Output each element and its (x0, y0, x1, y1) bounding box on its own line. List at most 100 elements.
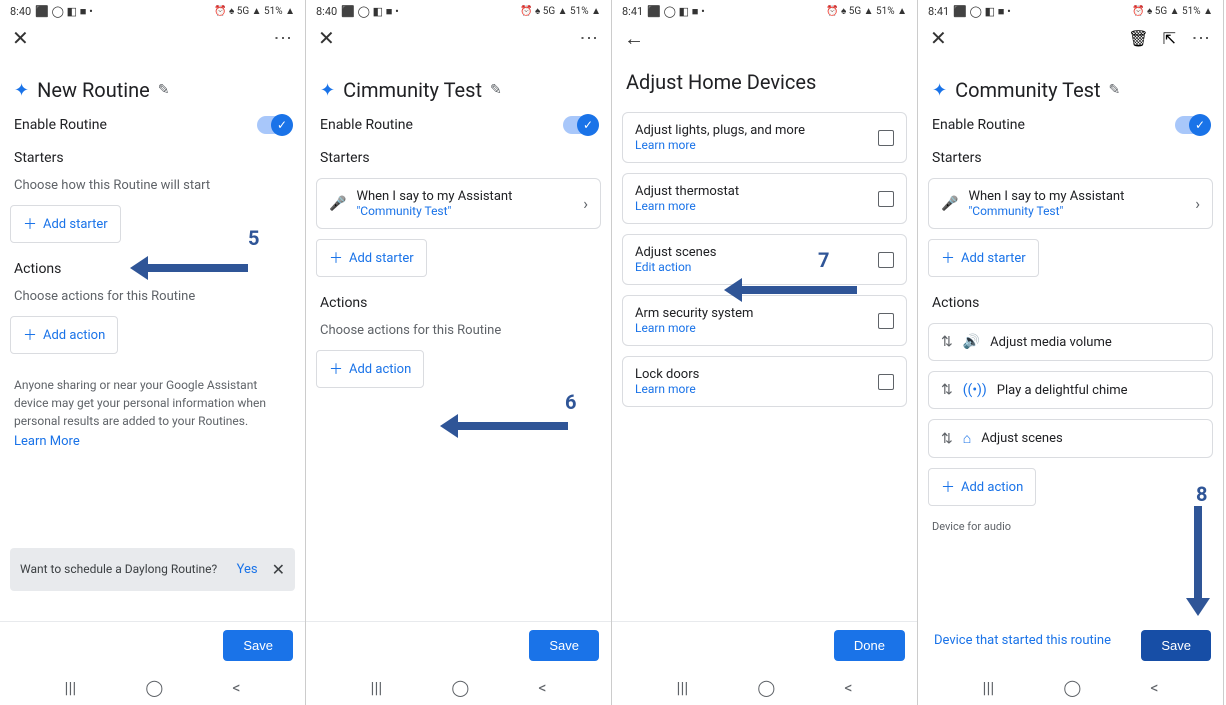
actions-heading: Actions (932, 295, 1209, 311)
starter-hint: Choose how this Routine will start (14, 178, 291, 193)
device-link[interactable]: Device that started this routine (934, 633, 1111, 648)
wand-icon: ✦ (14, 80, 29, 101)
enable-toggle[interactable] (257, 116, 291, 134)
plus-icon: ＋ (329, 359, 343, 379)
annotation-number-8: 8 (1196, 482, 1207, 506)
action-item[interactable]: ⇅ ⌂ Adjust scenes (928, 419, 1213, 458)
drag-handle-icon[interactable]: ⇅ (941, 334, 953, 350)
edit-icon[interactable]: ✎ (158, 82, 170, 98)
device-option[interactable]: Lock doors Learn more (622, 356, 907, 407)
nav-back-icon[interactable]: < (844, 678, 852, 697)
add-starter-button[interactable]: ＋ Add starter (10, 205, 121, 243)
option-checkbox[interactable] (878, 191, 894, 207)
snackbar-close-icon[interactable]: ✕ (272, 560, 285, 579)
page-title: New Routine (37, 78, 150, 102)
overflow-icon[interactable]: ⋮ (1190, 29, 1211, 48)
add-action-button[interactable]: ＋ Add action (928, 468, 1036, 506)
device-option[interactable]: Adjust lights, plugs, and more Learn mor… (622, 112, 907, 163)
starter-card-title: When I say to my Assistant (356, 189, 573, 204)
add-starter-label: Add starter (349, 251, 414, 266)
option-label: Adjust thermostat (635, 184, 868, 199)
action-item[interactable]: ⇅ ((•)) Play a delightful chime (928, 371, 1213, 409)
save-button[interactable]: Save (529, 630, 599, 661)
overflow-icon[interactable]: ⋮ (272, 29, 293, 48)
device-option[interactable]: Adjust thermostat Learn more (622, 173, 907, 224)
starter-card[interactable]: 🎤 When I say to my Assistant "Community … (316, 178, 601, 229)
actions-heading: Actions (320, 295, 597, 311)
nav-bar: ||| ◯ < (0, 669, 305, 705)
nav-home-icon[interactable]: ◯ (451, 678, 469, 697)
add-starter-label: Add starter (43, 217, 108, 232)
nav-back-icon[interactable]: < (538, 678, 546, 697)
starter-card-value: "Community Test" (356, 204, 573, 218)
nav-home-icon[interactable]: ◯ (1063, 678, 1081, 697)
done-button[interactable]: Done (834, 630, 905, 661)
enable-toggle[interactable] (563, 116, 597, 134)
trash-icon[interactable]: 🗑 (1128, 29, 1148, 48)
starter-card-title: When I say to my Assistant (968, 189, 1185, 204)
option-link[interactable]: Learn more (635, 138, 868, 152)
nav-bar: ||| ◯ < (306, 669, 611, 705)
title-row: ✦ Community Test ✎ (932, 78, 1213, 102)
add-to-home-icon[interactable]: ⇱ (1163, 29, 1176, 48)
nav-recent-icon[interactable]: ||| (65, 678, 77, 697)
close-icon[interactable]: ✕ (318, 26, 335, 50)
volume-icon: 🔊 (963, 334, 980, 350)
status-left-icons: ⬛ ◯ ◧ ■ • (341, 5, 399, 18)
nav-back-icon[interactable]: < (1150, 678, 1158, 697)
annotation-number-6: 6 (565, 390, 576, 414)
option-checkbox[interactable] (878, 130, 894, 146)
status-left-icons: ⬛ ◯ ◧ ■ • (35, 5, 93, 18)
nav-home-icon[interactable]: ◯ (145, 678, 163, 697)
option-checkbox[interactable] (878, 374, 894, 390)
snackbar-yes[interactable]: Yes (237, 562, 258, 577)
option-checkbox[interactable] (878, 313, 894, 329)
enable-row: Enable Routine (932, 116, 1209, 134)
add-starter-button[interactable]: ＋ Add starter (928, 239, 1039, 277)
add-starter-button[interactable]: ＋ Add starter (316, 239, 427, 277)
action-item[interactable]: ⇅ 🔊 Adjust media volume (928, 323, 1213, 361)
enable-label: Enable Routine (320, 117, 413, 133)
status-left-icons: ⬛ ◯ ◧ ■ • (953, 5, 1011, 18)
learn-more-link[interactable]: Learn More (14, 434, 291, 449)
option-link[interactable]: Learn more (635, 382, 868, 396)
chime-icon: ((•)) (963, 382, 987, 398)
nav-recent-icon[interactable]: ||| (983, 678, 995, 697)
chevron-right-icon: › (1195, 194, 1200, 213)
drag-handle-icon[interactable]: ⇅ (941, 382, 953, 398)
device-option[interactable]: Adjust scenes Edit action (622, 234, 907, 285)
enable-label: Enable Routine (14, 117, 107, 133)
option-link[interactable]: Learn more (635, 199, 868, 213)
add-action-button[interactable]: ＋ Add action (10, 316, 118, 354)
close-icon[interactable]: ✕ (12, 26, 29, 50)
nav-recent-icon[interactable]: ||| (371, 678, 383, 697)
screen-1: 8:40⬛ ◯ ◧ ■ • ⏰ ♠ 5G ▲ 51% ▲ ✕ ⋮ ✦ New R… (0, 0, 306, 705)
save-button[interactable]: Save (1141, 630, 1211, 661)
snackbar-text: Want to schedule a Daylong Routine? (20, 562, 237, 578)
enable-toggle[interactable] (1175, 116, 1209, 134)
wand-icon: ✦ (320, 80, 335, 101)
plus-icon: ＋ (23, 214, 37, 234)
nav-home-icon[interactable]: ◯ (757, 678, 775, 697)
back-icon[interactable]: ← (624, 26, 644, 51)
save-button[interactable]: Save (223, 630, 293, 661)
option-link[interactable]: Learn more (635, 321, 868, 335)
device-option[interactable]: Arm security system Learn more (622, 295, 907, 346)
drag-handle-icon[interactable]: ⇅ (941, 431, 953, 447)
option-label: Adjust scenes (635, 245, 868, 260)
add-action-button[interactable]: ＋ Add action (316, 350, 424, 388)
edit-icon[interactable]: ✎ (1109, 82, 1121, 98)
close-icon[interactable]: ✕ (930, 26, 947, 50)
nav-recent-icon[interactable]: ||| (677, 678, 689, 697)
edit-icon[interactable]: ✎ (490, 82, 502, 98)
starter-card[interactable]: 🎤 When I say to my Assistant "Community … (928, 178, 1213, 229)
app-bar: ← (612, 18, 917, 58)
nav-back-icon[interactable]: < (232, 678, 240, 697)
status-left-icons: ⬛ ◯ ◧ ■ • (647, 5, 705, 18)
option-link[interactable]: Edit action (635, 260, 868, 274)
option-label: Lock doors (635, 367, 868, 382)
option-checkbox[interactable] (878, 252, 894, 268)
wand-icon: ✦ (932, 80, 947, 101)
overflow-icon[interactable]: ⋮ (578, 29, 599, 48)
mic-icon: 🎤 (329, 196, 346, 212)
